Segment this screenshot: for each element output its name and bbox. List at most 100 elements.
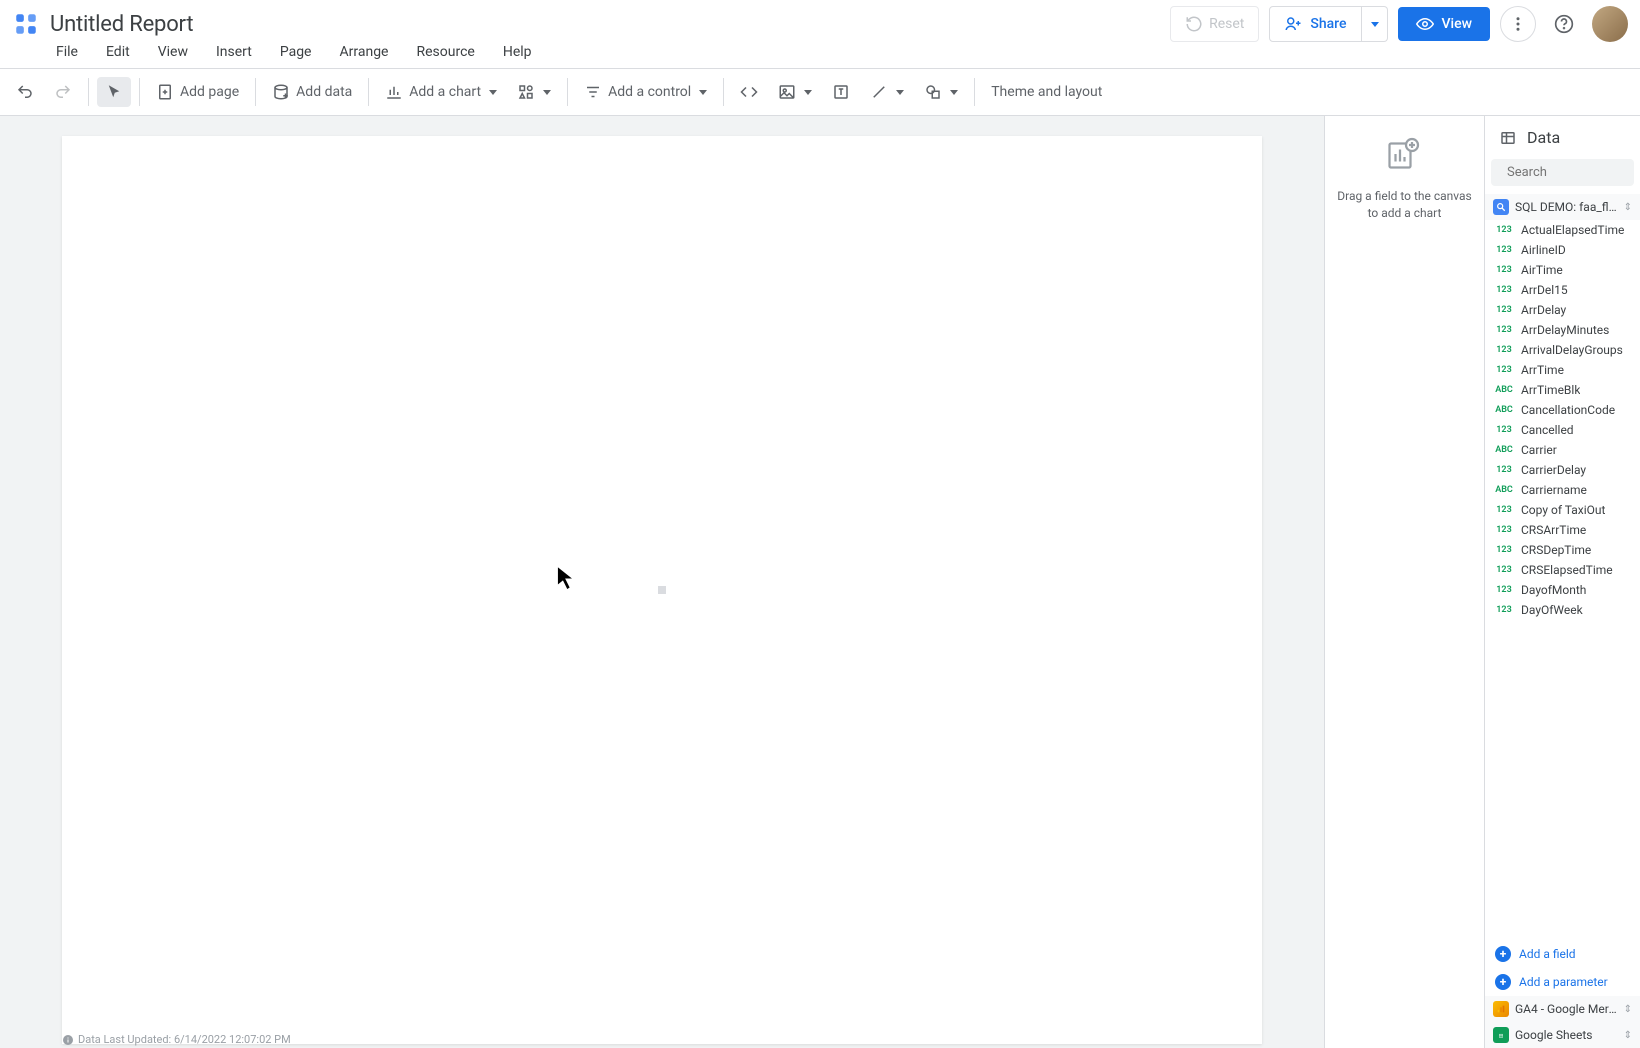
user-avatar[interactable] — [1592, 6, 1628, 42]
add-page-button[interactable]: Add page — [148, 77, 247, 107]
community-viz-button[interactable] — [509, 77, 559, 107]
more-options-button[interactable] — [1500, 6, 1536, 42]
redo-button[interactable] — [46, 77, 80, 107]
number-type-icon: 123 — [1495, 265, 1513, 275]
field-item[interactable]: ABCCancellationCode — [1485, 400, 1640, 420]
canvas-area[interactable]: Data Last Updated: 6/14/2022 12:07:02 PM — [0, 116, 1324, 1048]
chevron-down-icon — [804, 90, 812, 95]
field-item[interactable]: 123CRSElapsedTime — [1485, 560, 1640, 580]
number-type-icon: 123 — [1495, 425, 1513, 435]
field-item[interactable]: 123CRSArrTime — [1485, 520, 1640, 540]
field-item[interactable]: 123 ArrDelay — [1485, 300, 1640, 320]
line-button[interactable] — [862, 77, 912, 107]
image-button[interactable] — [770, 77, 820, 107]
number-type-icon: 123 — [1495, 605, 1513, 615]
person-add-icon — [1284, 15, 1302, 33]
field-name-label: ArrDelay — [1521, 303, 1566, 317]
number-type-icon: 123 — [1495, 325, 1513, 335]
field-item[interactable]: 123ArrTime — [1485, 360, 1640, 380]
theme-label: Theme and layout — [991, 84, 1102, 100]
field-item[interactable]: 123ArrivalDelayGroups — [1485, 340, 1640, 360]
datasource-item[interactable]: GA4 - Google Merc…⇕ — [1485, 996, 1640, 1022]
field-name-label: CancellationCode — [1521, 403, 1615, 417]
datasource-item[interactable]: Google Sheets ⇕ — [1485, 1022, 1640, 1048]
field-name-label: Carriername — [1521, 483, 1587, 497]
data-search-input[interactable] — [1507, 165, 1640, 180]
plus-icon: + — [1495, 974, 1511, 990]
datasource-item[interactable]: SQL DEMO: faa_fli… ⇕ — [1485, 194, 1640, 220]
menu-page[interactable]: Page — [276, 42, 316, 62]
add-chart-hint-icon — [1385, 136, 1425, 176]
field-item[interactable]: ABC Carriername — [1485, 480, 1640, 500]
add-chart-button[interactable]: Add a chart — [377, 77, 505, 107]
code-icon — [740, 83, 758, 101]
field-item[interactable]: 123Cancelled — [1485, 420, 1640, 440]
help-button[interactable] — [1546, 6, 1582, 42]
field-item[interactable]: 123DayOfWeek — [1485, 600, 1640, 620]
select-tool[interactable] — [97, 77, 131, 107]
field-item[interactable]: ABCCarrier — [1485, 440, 1640, 460]
datasource-label: Google Sheets — [1515, 1028, 1618, 1042]
chevron-down-icon — [896, 90, 904, 95]
add-data-button[interactable]: Add data — [264, 77, 360, 107]
theme-button[interactable]: Theme and layout — [983, 78, 1110, 106]
drag-hint-panel: Drag a field to the canvas to add a char… — [1324, 116, 1484, 1048]
chevron-down-icon — [543, 90, 551, 95]
number-type-icon: 123 — [1495, 305, 1513, 315]
number-type-icon: 123 — [1495, 505, 1513, 515]
field-item[interactable]: 123CarrierDelay — [1485, 460, 1640, 480]
share-dropdown-button[interactable] — [1362, 6, 1388, 42]
reset-button[interactable]: Reset — [1170, 6, 1259, 42]
number-type-icon: 123 — [1495, 585, 1513, 595]
menu-help[interactable]: Help — [499, 42, 536, 62]
embed-button[interactable] — [732, 77, 766, 107]
text-button[interactable] — [824, 77, 858, 107]
menu-arrange[interactable]: Arrange — [336, 42, 393, 62]
share-button[interactable]: Share — [1269, 6, 1361, 42]
shape-button[interactable] — [916, 77, 966, 107]
field-name-label: DayofMonth — [1521, 583, 1586, 597]
expand-icon[interactable]: ⇕ — [1624, 1004, 1632, 1015]
menu-view[interactable]: View — [154, 42, 192, 62]
data-search[interactable] — [1491, 159, 1634, 186]
document-title[interactable]: Untitled Report — [50, 12, 1170, 37]
add-field-label: Add a field — [1519, 947, 1576, 961]
field-name-label: AirlineID — [1521, 243, 1566, 257]
field-item[interactable]: 123AirlineID — [1485, 240, 1640, 260]
field-item[interactable]: 123ArrDelayMinutes — [1485, 320, 1640, 340]
field-item[interactable]: 123ArrDel15 — [1485, 280, 1640, 300]
field-name-label: CRSElapsedTime — [1521, 563, 1613, 577]
field-name-label: ActualElapsedTime — [1521, 223, 1624, 237]
redo-icon — [54, 83, 72, 101]
menu-file[interactable]: File — [52, 42, 82, 62]
add-control-button[interactable]: Add a control — [576, 77, 715, 107]
text-type-icon: ABC — [1495, 485, 1513, 495]
field-item[interactable]: 123Copy of TaxiOut — [1485, 500, 1640, 520]
image-icon — [778, 83, 796, 101]
expand-icon[interactable]: ⇕ — [1624, 1030, 1632, 1041]
field-item[interactable]: ABCArrTimeBlk — [1485, 380, 1640, 400]
report-canvas[interactable] — [62, 136, 1262, 1044]
field-item[interactable]: 123AirTime — [1485, 260, 1640, 280]
collapse-icon[interactable]: ⇕ — [1624, 202, 1632, 213]
chevron-down-icon — [699, 90, 707, 95]
field-item[interactable]: 123CRSDepTime — [1485, 540, 1640, 560]
undo-button[interactable] — [8, 77, 42, 107]
add-page-label: Add page — [180, 84, 239, 100]
status-text: Data Last Updated: 6/14/2022 12:07:02 PM — [78, 1033, 291, 1046]
number-type-icon: 123 — [1495, 525, 1513, 535]
app-logo-icon[interactable] — [12, 10, 40, 38]
menu-resource[interactable]: Resource — [412, 42, 478, 62]
menu-edit[interactable]: Edit — [102, 42, 134, 62]
undo-icon — [16, 83, 34, 101]
add-field-link[interactable]: + Add a field — [1485, 940, 1640, 968]
field-item[interactable]: 123 DayofMonth — [1485, 580, 1640, 600]
share-label: Share — [1310, 16, 1346, 32]
toolbar: Add page Add data Add a chart Add a cont… — [0, 68, 1640, 116]
view-button[interactable]: View — [1398, 7, 1491, 41]
field-item[interactable]: 123ActualElapsedTime — [1485, 220, 1640, 240]
menu-insert[interactable]: Insert — [212, 42, 256, 62]
chart-icon — [385, 83, 403, 101]
eye-icon — [1416, 15, 1434, 33]
add-parameter-link[interactable]: + Add a parameter — [1485, 968, 1640, 996]
